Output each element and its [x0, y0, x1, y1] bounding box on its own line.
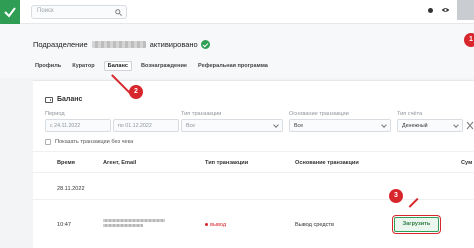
annotation-badge-1: 1: [464, 33, 474, 47]
wallet-icon: [45, 96, 53, 103]
type-label: Тип транзакции: [181, 111, 222, 117]
avatar[interactable]: [457, 0, 474, 20]
page-header: Подразделение активировано Профиль Курат…: [0, 24, 474, 78]
row-type: вывод: [205, 222, 226, 228]
basis-label: Основание транзакции: [289, 111, 349, 117]
date-from-value: 24.11.2022: [54, 123, 81, 129]
group-date: 28.11.2022: [57, 186, 85, 192]
toolbar-icons: [428, 7, 450, 13]
type-select-value: Все: [186, 123, 196, 129]
redacted-name: [91, 41, 146, 48]
tab-balance[interactable]: Баланс: [103, 61, 132, 71]
logo-icon: [4, 7, 16, 18]
logo[interactable]: [0, 0, 20, 24]
title-suffix: активировано: [149, 40, 198, 49]
account-label: Тип счёта: [397, 111, 423, 117]
tab-profile[interactable]: Профиль: [33, 61, 63, 71]
date-to-value: 01.12.2022: [125, 123, 152, 129]
date-to-field[interactable]: по 01.12.2022: [113, 119, 179, 132]
upload-button[interactable]: Загрузить: [392, 215, 441, 234]
col-type: Тип транзакции: [205, 160, 249, 166]
settings-icon[interactable]: [428, 7, 433, 13]
balance-card: Баланс Период с 24.11.2022 по 01.12.2022…: [33, 80, 474, 248]
page-title: Подразделение активировано: [33, 40, 210, 49]
search-input[interactable]: Поиск: [31, 5, 127, 19]
annotation-badge-3: 3: [389, 189, 403, 203]
divider: [33, 199, 474, 200]
search-icon[interactable]: [115, 9, 122, 16]
check-icon: [200, 40, 210, 49]
balance-title: Баланс: [45, 96, 82, 103]
tab-curator[interactable]: Куратор: [70, 61, 96, 71]
table-row: 10:47 вывод Вывод средств Загрузить: [33, 209, 474, 241]
type-select[interactable]: Все: [181, 119, 283, 132]
title-prefix: Подразделение: [33, 40, 88, 49]
show-without-check-row[interactable]: Показать транзакции без чека: [45, 139, 133, 145]
eye-icon[interactable]: [441, 7, 450, 13]
period-label: Период: [45, 111, 65, 117]
chevron-down-icon: [381, 122, 387, 128]
show-without-check-label: Показать транзакции без чека: [55, 139, 134, 145]
redacted-agent: [103, 219, 165, 229]
chevron-down-icon: [273, 122, 279, 128]
row-type-label: вывод: [210, 222, 227, 228]
date-from-field[interactable]: с 24.11.2022: [45, 119, 111, 132]
col-basis: Основание транзакции: [295, 160, 359, 166]
status-dot-icon: [205, 223, 208, 227]
show-without-check-checkbox[interactable]: [45, 139, 51, 145]
basis-select-value: Все: [294, 123, 304, 129]
basis-select[interactable]: Все: [289, 119, 391, 132]
row-basis: Вывод средств: [295, 222, 334, 228]
col-sum: Сум: [461, 160, 473, 166]
reset-filter-icon[interactable]: [466, 119, 474, 132]
col-time: Время: [57, 160, 75, 166]
row-time: 10:47: [57, 222, 71, 228]
table-header: Время Агент, Email Тип транзакции Основа…: [33, 151, 474, 173]
tab-referral[interactable]: Реферальная программа: [196, 61, 270, 71]
account-select-value: Денежный: [402, 123, 428, 129]
top-bar: Поиск: [0, 0, 474, 24]
tab-reward[interactable]: Вознаграждение: [139, 61, 189, 71]
balance-title-text: Баланс: [57, 96, 83, 103]
account-select[interactable]: Денежный: [397, 119, 463, 132]
chevron-down-icon: [453, 122, 459, 128]
tab-bar: Профиль Куратор Баланс Вознаграждение Ре…: [33, 61, 270, 71]
annotation-badge-2: 2: [129, 85, 143, 99]
col-agent: Агент, Email: [103, 160, 137, 166]
search-placeholder: Поиск: [37, 8, 54, 14]
